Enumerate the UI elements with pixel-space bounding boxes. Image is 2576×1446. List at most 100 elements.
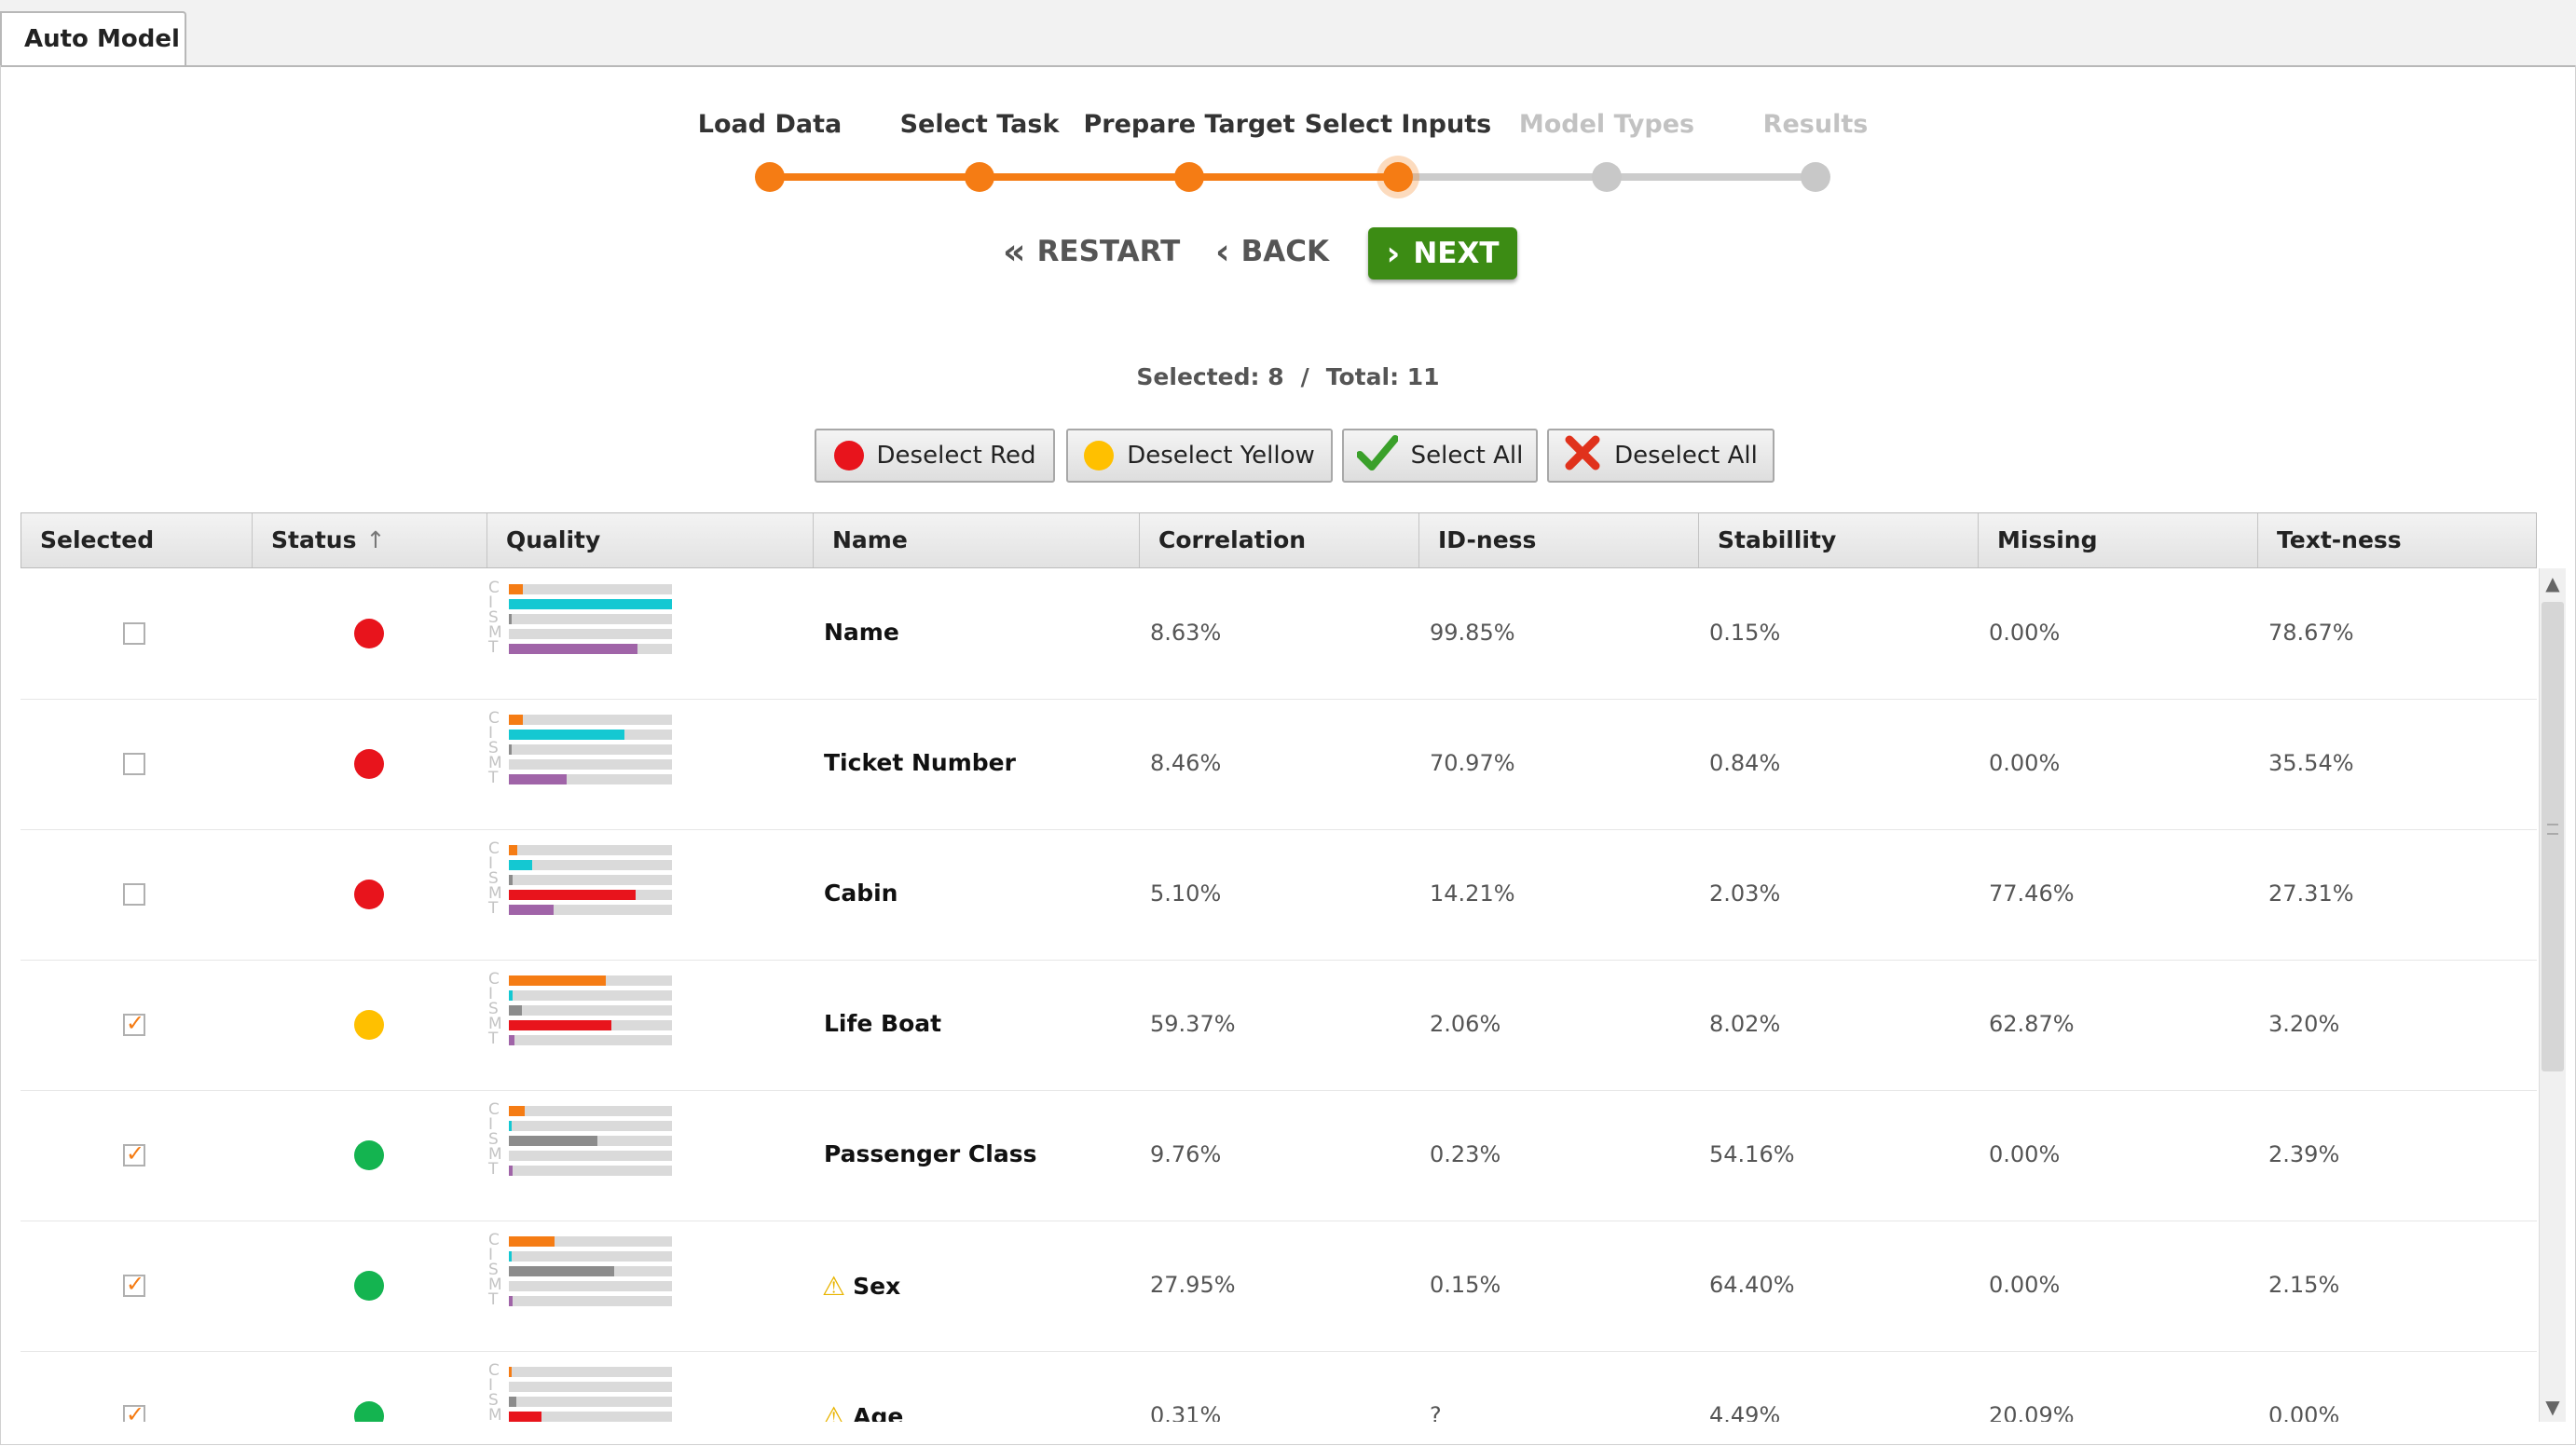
quality-track	[509, 1397, 672, 1407]
quality-track	[509, 1382, 672, 1392]
red-circle-icon	[833, 441, 864, 471]
quality-bar-row: S	[488, 1000, 675, 1018]
quality-fill	[509, 975, 606, 986]
column-header-stability[interactable]: Stabillity	[1699, 513, 1979, 567]
quality-fill	[509, 905, 554, 915]
quality-track	[509, 599, 672, 609]
quality-bar-row: I	[488, 985, 675, 1003]
column-header-missing[interactable]: Missing	[1979, 513, 2258, 567]
quality-bar-row: M	[488, 1406, 675, 1422]
row-checkbox[interactable]: ✓	[123, 1010, 145, 1036]
quality-bar-row: C	[488, 970, 675, 989]
table-row[interactable]: ✓ C I S M T ⚠ Sex 27.95% 0.15% 64.40% 0.00% 2.15%	[21, 1221, 2537, 1352]
quality-fill	[509, 1166, 513, 1176]
row-checkbox[interactable]	[123, 622, 145, 645]
column-header-status[interactable]: Status ↑	[253, 513, 487, 567]
step-dot[interactable]	[1383, 162, 1413, 192]
column-header-correlation[interactable]: Correlation	[1140, 513, 1419, 567]
quality-bar-row: T	[488, 769, 675, 787]
next-button[interactable]: › NEXT	[1368, 227, 1517, 280]
step-dot[interactable]	[1592, 162, 1622, 192]
deselect-yellow-button[interactable]: Deselect Yellow	[1066, 429, 1333, 483]
deselect-all-button[interactable]: Deselect All	[1547, 429, 1774, 483]
back-button[interactable]: ‹ BACK	[1215, 231, 1329, 272]
restart-button[interactable]: « RESTART	[1003, 231, 1180, 272]
table-row[interactable]: C I S M T Cabin 5.10% 14.21% 2.03% 77.46% 27.31%	[21, 829, 2537, 961]
correlation-value: 59.37%	[1150, 1011, 1236, 1037]
row-checkbox[interactable]	[123, 753, 145, 775]
quality-track	[509, 1106, 672, 1116]
counter-separator: /	[1300, 363, 1309, 390]
deselect-red-button[interactable]: Deselect Red	[815, 429, 1055, 483]
column-header-idness[interactable]: ID-ness	[1419, 513, 1699, 567]
quality-fill	[509, 715, 523, 725]
quality-bar-row: C	[488, 839, 675, 858]
status-red-icon	[354, 880, 384, 909]
correlation-value: 8.46%	[1150, 750, 1222, 776]
missing-value: 20.09%	[1989, 1402, 2075, 1422]
quality-fill	[509, 1236, 555, 1247]
step-dot[interactable]	[1174, 162, 1204, 192]
quality-track	[509, 1266, 672, 1276]
quality-bars: CISMT	[488, 579, 675, 657]
row-checkbox[interactable]	[123, 883, 145, 906]
select-all-button[interactable]: Select All	[1342, 429, 1538, 483]
column-header-name[interactable]: Name	[814, 513, 1140, 567]
quality-fill	[509, 1412, 541, 1422]
table-row[interactable]: ✓ C I S M T Passenger Class 9.76% 0.23% 54.16% 0.0…	[21, 1090, 2537, 1221]
row-checkbox[interactable]: ✓	[123, 1401, 145, 1422]
step-dot[interactable]	[965, 162, 994, 192]
column-header-selected[interactable]: Selected	[21, 513, 253, 567]
total-count: Total: 11	[1325, 363, 1440, 390]
quality-fill	[509, 584, 523, 594]
quality-bar-row: C	[488, 709, 675, 728]
textness-value: 78.67%	[2268, 620, 2354, 646]
deselect-all-label: Deselect All	[1614, 442, 1758, 470]
column-header-textness[interactable]: Text-ness	[2258, 513, 2536, 567]
attribute-name-text: Name	[824, 619, 899, 646]
quality-fill	[509, 1136, 597, 1146]
quality-letter: T	[488, 638, 499, 657]
table-row[interactable]: ✓ C I S M T Life Boat 59.37% 2.06% 8.02% 62.87% 3.2…	[21, 960, 2537, 1091]
row-checkbox[interactable]: ✓	[123, 1271, 145, 1297]
vertical-scrollbar[interactable]: ▲ ▼	[2539, 568, 2566, 1422]
textness-value: 3.20%	[2268, 1011, 2340, 1037]
quality-track	[509, 614, 672, 624]
table-row[interactable]: C I S M T Name 8.63% 99.85% 0.15% 0.00% 78.67%	[21, 568, 2537, 700]
quality-track	[509, 715, 672, 725]
column-label: Stabillity	[1718, 526, 1837, 553]
quality-fill	[509, 1035, 514, 1045]
warning-icon: ⚠	[822, 1271, 846, 1302]
scroll-up-icon[interactable]: ▲	[2540, 572, 2566, 594]
quality-fill	[509, 644, 637, 654]
column-header-quality[interactable]: Quality	[487, 513, 814, 567]
quality-track	[509, 1020, 672, 1030]
step-label: Select Task	[899, 110, 1060, 139]
step-dot[interactable]	[1801, 162, 1830, 192]
quality-bar-row: T	[488, 638, 675, 657]
scroll-down-icon[interactable]: ▼	[2540, 1396, 2566, 1418]
missing-value: 0.00%	[1989, 620, 2061, 646]
quality-letter: T	[488, 899, 499, 918]
select-all-label: Select All	[1410, 442, 1524, 470]
row-checkbox[interactable]: ✓	[123, 1140, 145, 1166]
quality-bars: CISMT	[488, 1231, 675, 1309]
selection-counter: Selected: 8 / Total: 11	[0, 363, 2576, 390]
checkmark-icon: ✓	[126, 1010, 145, 1036]
column-label: ID-ness	[1438, 526, 1537, 553]
attribute-name-text: Life Boat	[824, 1010, 942, 1037]
quality-fill	[509, 599, 672, 609]
stability-value: 64.40%	[1709, 1272, 1795, 1298]
table-row[interactable]: C I S M T Ticket Number 8.46% 70.97% 0.84% 0.00% 3…	[21, 699, 2537, 830]
column-label: Name	[832, 526, 908, 553]
table-row[interactable]: ✓ CISMT ⚠ Age 0.31%? 4.49% 20.09% 0.00%	[21, 1351, 2537, 1422]
checkmark-icon: ✓	[126, 1401, 145, 1422]
scrollbar-thumb[interactable]	[2542, 602, 2564, 1071]
step-label: Model Types	[1518, 110, 1695, 139]
tab-auto-model[interactable]: Auto Model	[0, 11, 186, 65]
textness-value: 0.00%	[2268, 1402, 2340, 1422]
step-dot[interactable]	[755, 162, 785, 192]
selected-count: Selected: 8	[1136, 363, 1284, 390]
chevron-left-icon: ‹	[1215, 231, 1230, 272]
step-label: Prepare Target	[1083, 110, 1295, 139]
